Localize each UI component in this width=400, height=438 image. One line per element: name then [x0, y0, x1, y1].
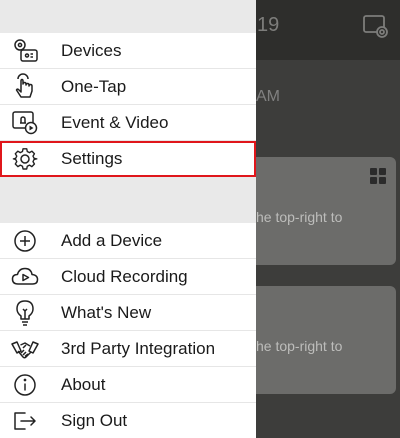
menu-item-label: About: [61, 374, 106, 394]
menu-separator: [0, 177, 256, 223]
background-time: 19: [257, 14, 280, 36]
background-card-text: he top-right to: [256, 209, 343, 225]
background-card-text: he top-right to: [256, 338, 343, 354]
grid-view-icon[interactable]: [370, 168, 386, 184]
menu-item-label: Sign Out: [61, 411, 128, 430]
handshake-icon: [11, 335, 39, 363]
devices-icon: [11, 37, 39, 65]
menu-item-label: 3rd Party Integration: [61, 338, 216, 358]
menu-item-add-device[interactable]: Add a Device: [0, 223, 256, 259]
menu-group-main: Devices One-Tap Event & Video Settings: [0, 33, 256, 177]
menu-item-label: Settings: [61, 149, 123, 168]
finger-tap-icon: [11, 72, 39, 101]
event-video-icon: [11, 109, 39, 137]
menu-item-event-video[interactable]: Event & Video: [0, 105, 256, 141]
menu-item-settings[interactable]: Settings: [0, 141, 256, 177]
sign-out-icon: [11, 407, 39, 435]
menu-item-one-tap[interactable]: One-Tap: [0, 69, 256, 105]
menu-item-devices[interactable]: Devices: [0, 33, 256, 69]
menu-item-label: Devices: [61, 40, 122, 60]
menu-item-whats-new[interactable]: What's New: [0, 295, 256, 331]
menu-item-label: Cloud Recording: [61, 266, 188, 286]
drawer-header: [0, 0, 256, 33]
background-card[interactable]: he top-right to: [256, 157, 396, 265]
menu-item-cloud-recording[interactable]: Cloud Recording: [0, 259, 256, 295]
menu-item-third-party[interactable]: 3rd Party Integration: [0, 331, 256, 367]
menu-item-label: Add a Device: [61, 230, 163, 250]
camera-settings-icon[interactable]: [362, 14, 390, 40]
menu-item-label: Event & Video: [61, 112, 169, 132]
lightbulb-icon: [11, 299, 39, 327]
plus-circle-icon: [11, 227, 39, 255]
cloud-play-icon: [11, 263, 39, 291]
menu-item-sign-out[interactable]: Sign Out: [0, 403, 256, 438]
background-date: AM: [256, 88, 280, 105]
menu-group-secondary: Add a Device Cloud Recording What's New: [0, 223, 256, 438]
info-icon: [11, 371, 39, 399]
navigation-drawer: Devices One-Tap Event & Video Settings A…: [0, 0, 256, 438]
menu-item-label: One-Tap: [61, 76, 127, 96]
menu-item-about[interactable]: About: [0, 367, 256, 403]
gear-icon: [11, 145, 39, 173]
background-card[interactable]: he top-right to: [256, 286, 396, 394]
menu-item-label: What's New: [61, 302, 152, 322]
